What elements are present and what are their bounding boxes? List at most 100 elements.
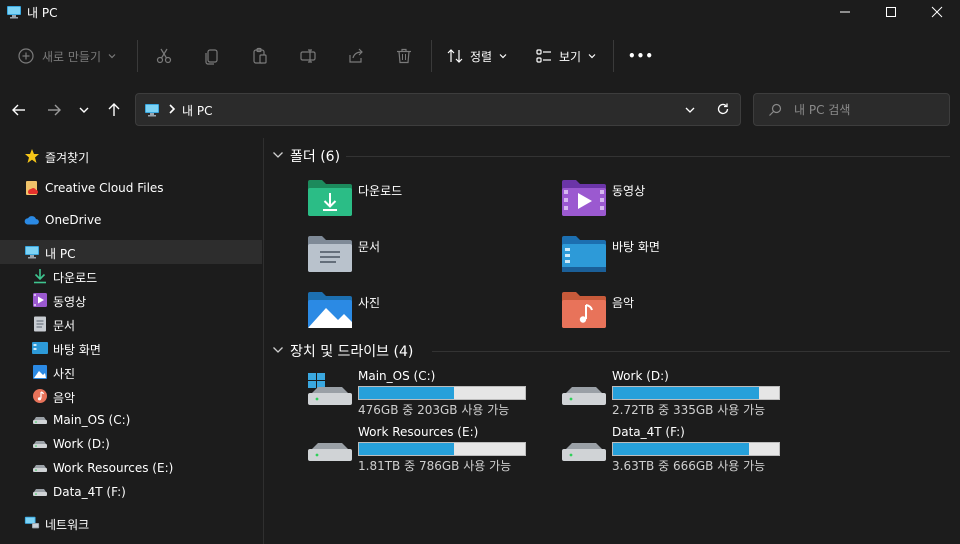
drive-free-space: 2.72TB 중 335GB 사용 가능 xyxy=(612,403,766,417)
drive-icon xyxy=(32,484,48,500)
creative-cloud-icon xyxy=(24,180,40,196)
sidebar-item-label: 문서 xyxy=(53,319,76,333)
trash-icon xyxy=(397,48,411,64)
title-bar: 내 PC xyxy=(0,0,960,24)
scissors-icon xyxy=(156,48,172,64)
more-options-button[interactable]: ••• xyxy=(628,42,654,70)
forward-button[interactable] xyxy=(40,96,68,124)
drive-free-space: 1.81TB 중 786GB 사용 가능 xyxy=(358,459,512,473)
address-dropdown-button[interactable] xyxy=(684,104,696,119)
refresh-button[interactable] xyxy=(716,102,730,119)
drive-icon xyxy=(308,443,352,461)
maximize-button[interactable] xyxy=(868,0,914,24)
folders-group-header[interactable]: 폴더 (6) xyxy=(272,145,340,167)
maximize-icon xyxy=(886,7,896,17)
folder-music[interactable]: 음악 xyxy=(562,290,802,334)
drive-usage-fill xyxy=(359,387,454,399)
paste-button[interactable] xyxy=(251,42,269,70)
share-button[interactable] xyxy=(347,42,365,70)
folder-videos[interactable]: 동영상 xyxy=(562,178,802,222)
chevron-down-icon xyxy=(272,343,286,359)
sidebar-item-drive-d[interactable]: Work (D:) xyxy=(0,432,262,456)
sidebar-item-downloads[interactable]: 다운로드 xyxy=(0,264,262,288)
folder-name: 문서 xyxy=(358,240,381,254)
sidebar-item-documents[interactable]: 문서 xyxy=(0,312,262,336)
sidebar-item-label: Work Resources (E:) xyxy=(53,461,174,475)
rename-button[interactable] xyxy=(299,42,317,70)
videos-folder-icon xyxy=(562,180,606,216)
arrow-right-icon xyxy=(48,104,61,116)
folder-documents[interactable]: 문서 xyxy=(308,234,548,278)
drive-d[interactable]: Work (D:) 2.72TB 중 335GB 사용 가능 xyxy=(562,369,802,419)
drive-name: Work Resources (E:) xyxy=(358,425,479,439)
view-button-label: 보기 xyxy=(559,49,582,64)
sidebar-item-label: 바탕 화면 xyxy=(53,343,101,357)
up-button[interactable] xyxy=(100,96,128,124)
folder-desktop[interactable]: 바탕 화면 xyxy=(562,234,802,278)
sidebar-item-drive-e[interactable]: Work Resources (E:) xyxy=(0,456,262,480)
drive-e[interactable]: Work Resources (E:) 1.81TB 중 786GB 사용 가능 xyxy=(308,425,548,475)
sidebar-item-music[interactable]: 음악 xyxy=(0,384,262,408)
copy-icon xyxy=(205,49,218,65)
sidebar-item-videos[interactable]: 동영상 xyxy=(0,288,262,312)
chevron-down-icon xyxy=(272,148,286,164)
drives-group-header[interactable]: 장치 및 드라이브 (4) xyxy=(272,340,413,362)
sidebar-item-desktop[interactable]: 바탕 화면 xyxy=(0,336,262,360)
drive-icon xyxy=(32,436,48,452)
sidebar-item-drive-f[interactable]: Data_4T (F:) xyxy=(0,480,262,504)
chevron-down-icon xyxy=(588,54,596,59)
folder-name: 동영상 xyxy=(612,184,646,198)
close-button[interactable] xyxy=(914,0,960,24)
group-header-label: 장치 및 드라이브 (4) xyxy=(290,344,414,360)
cut-button[interactable] xyxy=(155,42,173,70)
folder-downloads[interactable]: 다운로드 xyxy=(308,178,548,222)
group-header-label: 폴더 (6) xyxy=(290,149,341,165)
minimize-icon xyxy=(840,11,850,13)
chevron-down-icon xyxy=(79,107,89,113)
sidebar-item-label: 즐겨찾기 xyxy=(45,151,90,165)
sidebar-item-label: OneDrive xyxy=(45,213,102,227)
folder-pictures[interactable]: 사진 xyxy=(308,290,548,334)
documents-folder-icon xyxy=(308,236,352,272)
drive-usage-bar xyxy=(612,442,780,456)
drive-usage-bar xyxy=(358,386,526,400)
breadcrumb-item[interactable]: 내 PC xyxy=(182,102,212,119)
sidebar-item-quick-access[interactable]: 즐겨찾기 xyxy=(0,144,262,168)
video-icon xyxy=(32,292,48,308)
arrow-up-icon xyxy=(108,103,120,116)
back-button[interactable] xyxy=(5,96,33,124)
breadcrumb-chevron-icon xyxy=(167,102,177,119)
drive-usage-bar xyxy=(612,386,780,400)
sort-button[interactable]: 정렬 xyxy=(446,42,508,70)
recent-locations-button[interactable] xyxy=(70,96,98,124)
chevron-down-icon xyxy=(685,107,695,113)
search-input[interactable] xyxy=(794,101,944,119)
music-folder-icon xyxy=(562,292,606,328)
drive-icon xyxy=(32,412,48,428)
sidebar-item-this-pc[interactable]: 내 PC xyxy=(0,240,262,264)
sidebar-item-label: Work (D:) xyxy=(53,437,110,451)
new-button-label: 새로 만들기 xyxy=(42,49,102,64)
search-box[interactable] xyxy=(753,93,950,126)
minimize-button[interactable] xyxy=(822,0,868,24)
refresh-icon xyxy=(717,103,729,115)
sidebar-item-creative-cloud[interactable]: Creative Cloud Files xyxy=(0,176,262,200)
address-bar[interactable]: 내 PC xyxy=(135,93,741,126)
sidebar-item-pictures[interactable]: 사진 xyxy=(0,360,262,384)
sidebar-item-label: 동영상 xyxy=(53,295,87,309)
sidebar-item-network[interactable]: 네트워크 xyxy=(0,511,262,535)
windows-drive-icon xyxy=(308,373,352,405)
chevron-down-icon xyxy=(499,54,507,59)
drive-free-space: 3.63TB 중 666GB 사용 가능 xyxy=(612,459,766,473)
sidebar-item-onedrive[interactable]: OneDrive xyxy=(0,208,262,232)
new-button[interactable]: 새로 만들기 xyxy=(18,42,117,70)
view-button[interactable]: 보기 xyxy=(535,42,597,70)
sidebar-item-label: 내 PC xyxy=(45,247,76,261)
sidebar-item-drive-c[interactable]: Main_OS (C:) xyxy=(0,408,262,432)
drive-c[interactable]: Main_OS (C:) 476GB 중 203GB 사용 가능 xyxy=(308,369,548,419)
drive-usage-bar xyxy=(358,442,526,456)
delete-button[interactable] xyxy=(395,42,413,70)
copy-button[interactable] xyxy=(203,42,221,70)
share-icon xyxy=(349,48,363,63)
drive-f[interactable]: Data_4T (F:) 3.63TB 중 666GB 사용 가능 xyxy=(562,425,802,475)
